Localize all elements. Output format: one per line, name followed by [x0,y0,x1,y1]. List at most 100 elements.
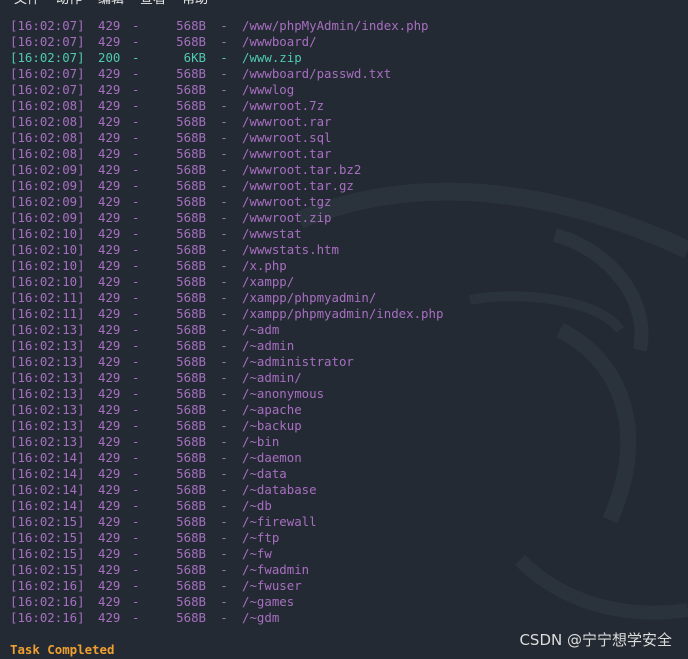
log-separator: - [220,402,228,417]
log-path: /www.zip [242,50,302,65]
log-size: 568B [176,466,206,481]
log-path: /~data [242,466,287,481]
log-separator: - [220,562,228,577]
log-timestamp: [16:02:14] [10,482,85,497]
log-status-code: 429 [98,354,121,369]
log-line: [16:02:15] 429-568B -/~firewall [10,514,680,530]
log-line: [16:02:10] 429-568B -/xampp/ [10,274,680,290]
log-path: /~daemon [242,450,302,465]
log-status-code: 429 [98,562,121,577]
log-status-code: 429 [98,178,121,193]
log-separator: - [132,546,140,561]
menu-action[interactable]: 动作 [56,0,82,9]
log-status-code: 429 [98,482,121,497]
log-separator: - [220,242,228,257]
log-separator: - [132,146,140,161]
log-size: 568B [176,578,206,593]
log-size: 568B [176,594,206,609]
log-line: [16:02:13] 429-568B -/~admin [10,338,680,354]
log-size: 568B [176,402,206,417]
log-separator: - [220,98,228,113]
log-path: /xampp/ [242,274,295,289]
log-status-code: 429 [98,114,121,129]
log-timestamp: [16:02:07] [10,66,85,81]
log-size: 568B [176,242,206,257]
csdn-watermark: CSDN @宁宁想学安全 [519,631,672,649]
log-separator: - [220,226,228,241]
log-separator: - [132,98,140,113]
log-separator: - [220,466,228,481]
log-separator: - [132,114,140,129]
menu-help[interactable]: 帮助 [182,0,208,9]
log-line: [16:02:14] 429-568B -/~data [10,466,680,482]
log-line: [16:02:13] 429-568B -/~anonymous [10,386,680,402]
log-line: [16:02:09] 429-568B -/wwwroot.tar.bz2 [10,162,680,178]
log-separator: - [220,18,228,33]
log-path: /wwwstats.htm [242,242,339,257]
log-separator: - [220,274,228,289]
log-separator: - [220,66,228,81]
log-line: [16:02:13] 429-568B -/~administrator [10,354,680,370]
log-size: 568B [176,546,206,561]
menu-view[interactable]: 查看 [140,0,166,9]
log-line: [16:02:14] 429-568B -/~database [10,482,680,498]
log-status-code: 429 [98,434,121,449]
log-status-code: 429 [98,338,121,353]
log-separator: - [132,530,140,545]
log-separator: - [132,82,140,97]
log-status-code: 429 [98,66,121,81]
log-size: 568B [176,610,206,625]
log-line: [16:02:10] 429-568B -/wwwstats.htm [10,242,680,258]
log-status-code: 429 [98,210,121,225]
log-separator: - [132,354,140,369]
log-size: 568B [176,258,206,273]
log-separator: - [132,274,140,289]
log-separator: - [132,66,140,81]
log-line: [16:02:13] 429-568B -/~bin [10,434,680,450]
log-separator: - [132,34,140,49]
log-path: /~fwuser [242,578,302,593]
log-status-code: 429 [98,34,121,49]
log-separator: - [132,242,140,257]
log-separator: - [132,482,140,497]
log-separator: - [132,306,140,321]
log-line: [16:02:10] 429-568B -/wwwstat [10,226,680,242]
log-size: 568B [176,482,206,497]
log-separator: - [132,434,140,449]
log-status-code: 429 [98,578,121,593]
log-timestamp: [16:02:10] [10,226,85,241]
log-separator: - [220,306,228,321]
log-timestamp: [16:02:07] [10,50,85,65]
log-separator: - [132,130,140,145]
log-line: [16:02:07] 429-568B -/wwwlog [10,82,680,98]
log-separator: - [220,610,228,625]
log-status-code: 429 [98,194,121,209]
log-timestamp: [16:02:13] [10,434,85,449]
menu-file[interactable]: 文件 [14,0,40,9]
log-size: 568B [176,98,206,113]
log-timestamp: [16:02:15] [10,530,85,545]
log-line: [16:02:07] 429-568B -/wwwboard/ [10,34,680,50]
log-line: [16:02:16] 429-568B -/~fwuser [10,578,680,594]
log-path: /~fw [242,546,272,561]
log-status-code: 429 [98,162,121,177]
log-path: /~apache [242,402,302,417]
log-timestamp: [16:02:13] [10,402,85,417]
log-path: /~games [242,594,295,609]
log-size: 568B [176,162,206,177]
log-timestamp: [16:02:16] [10,594,85,609]
log-path: /wwwboard/ [242,34,317,49]
log-line: [16:02:11] 429-568B -/xampp/phpmyadmin/ [10,290,680,306]
log-separator: - [220,290,228,305]
log-path: /~db [242,498,272,513]
log-line: [16:02:10] 429-568B -/x.php [10,258,680,274]
log-size: 568B [176,386,206,401]
log-status-code: 200 [98,50,121,65]
log-path: /~ftp [242,530,280,545]
log-path: /wwwstat [242,226,302,241]
log-separator: - [132,402,140,417]
menu-edit[interactable]: 编辑 [98,0,124,9]
log-timestamp: [16:02:08] [10,130,85,145]
log-separator: - [132,226,140,241]
log-size: 568B [176,274,206,289]
